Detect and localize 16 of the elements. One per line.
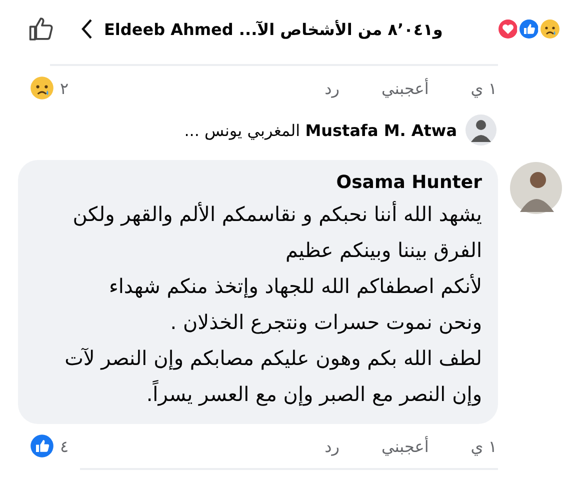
reaction-count: ٤ bbox=[60, 436, 69, 456]
comment-text: ونحن نموت حسرات ونتجرع الخذلان . bbox=[169, 309, 482, 336]
reactions-summary[interactable]: و٨٬٠٤١ من الأشخاص الآ... Eldeeb Ahmed bbox=[104, 20, 489, 38]
comment-text: يشهد الله أننا نحبكم و نقاسمكم الألم والقهر ولكن bbox=[72, 200, 482, 228]
like-link[interactable]: أعجبني bbox=[381, 78, 429, 98]
comment-time: ١ ي bbox=[470, 436, 497, 456]
comment-text: لطف الله بكم وهون عليكم مصابكم وإن النصر لآت bbox=[64, 345, 482, 372]
comment-time: ١ ي bbox=[470, 78, 497, 98]
comment-text: الفرق بيننا وبينكم عظيم bbox=[284, 237, 482, 264]
like-link[interactable]: أعجبني bbox=[381, 436, 429, 456]
comment-text: لأنكم اصطفاكم الله للجهاد وإتخذ منكم شهداء bbox=[108, 272, 482, 300]
reaction-count: ٢ bbox=[60, 78, 69, 98]
comment-author[interactable]: Osama Hunter bbox=[42, 170, 482, 196]
reply-link[interactable]: رد bbox=[324, 78, 340, 98]
reply-link[interactable]: رد bbox=[324, 436, 340, 456]
comment-text: وإن النصر مع الصبر وإن مع العسر يسراً. bbox=[145, 379, 482, 408]
